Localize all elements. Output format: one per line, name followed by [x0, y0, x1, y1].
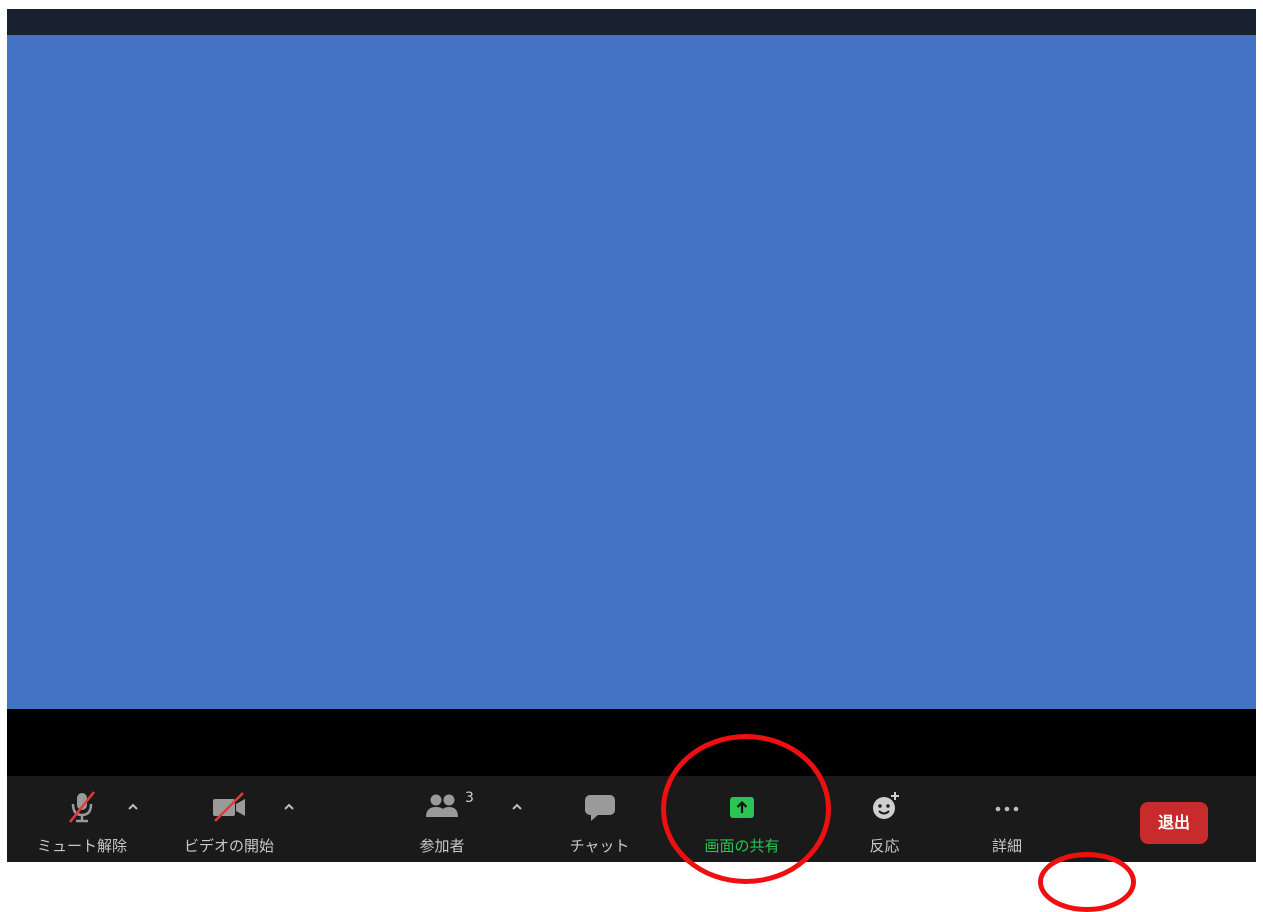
audio-options-caret[interactable]: [124, 798, 142, 816]
reactions-button[interactable]: 反応: [842, 776, 927, 862]
video-gap: [7, 709, 1256, 776]
start-video-label: ビデオの開始: [183, 837, 274, 855]
share-screen-icon: [722, 790, 762, 824]
start-video-button[interactable]: ビデオの開始: [169, 776, 289, 862]
meeting-toolbar: ミュート解除 ビデオの開始 3 参加者 チャット 画面の共有 反応 詳細 退出: [7, 776, 1256, 862]
chat-label: チャット: [569, 837, 630, 855]
participants-options-caret[interactable]: [508, 798, 526, 816]
chat-button[interactable]: チャット: [557, 776, 642, 862]
participants-button[interactable]: 3 参加者: [392, 776, 492, 862]
unmute-button[interactable]: ミュート解除: [27, 776, 137, 862]
participant-count: 3: [465, 790, 474, 806]
leave-meeting-button[interactable]: 退出: [1140, 802, 1208, 844]
unmute-label: ミュート解除: [36, 837, 127, 855]
zoom-meeting-window: ミュート解除 ビデオの開始 3 参加者 チャット 画面の共有 反応 詳細 退出: [7, 9, 1256, 862]
video-off-icon: [209, 790, 249, 824]
video-area: [7, 35, 1256, 709]
more-button[interactable]: 詳細: [972, 776, 1042, 862]
chat-icon: [580, 790, 620, 824]
more-icon: [987, 790, 1027, 824]
video-options-caret[interactable]: [280, 798, 298, 816]
more-label: 詳細: [991, 837, 1022, 855]
microphone-muted-icon: [62, 790, 102, 824]
share-screen-label: 画面の共有: [704, 837, 780, 855]
title-bar: [7, 9, 1256, 35]
participants-label: 参加者: [419, 837, 465, 855]
reactions-label: 反応: [869, 837, 900, 855]
participants-icon: [422, 790, 462, 824]
reaction-icon: [865, 790, 905, 824]
share-screen-button[interactable]: 画面の共有: [687, 776, 797, 862]
